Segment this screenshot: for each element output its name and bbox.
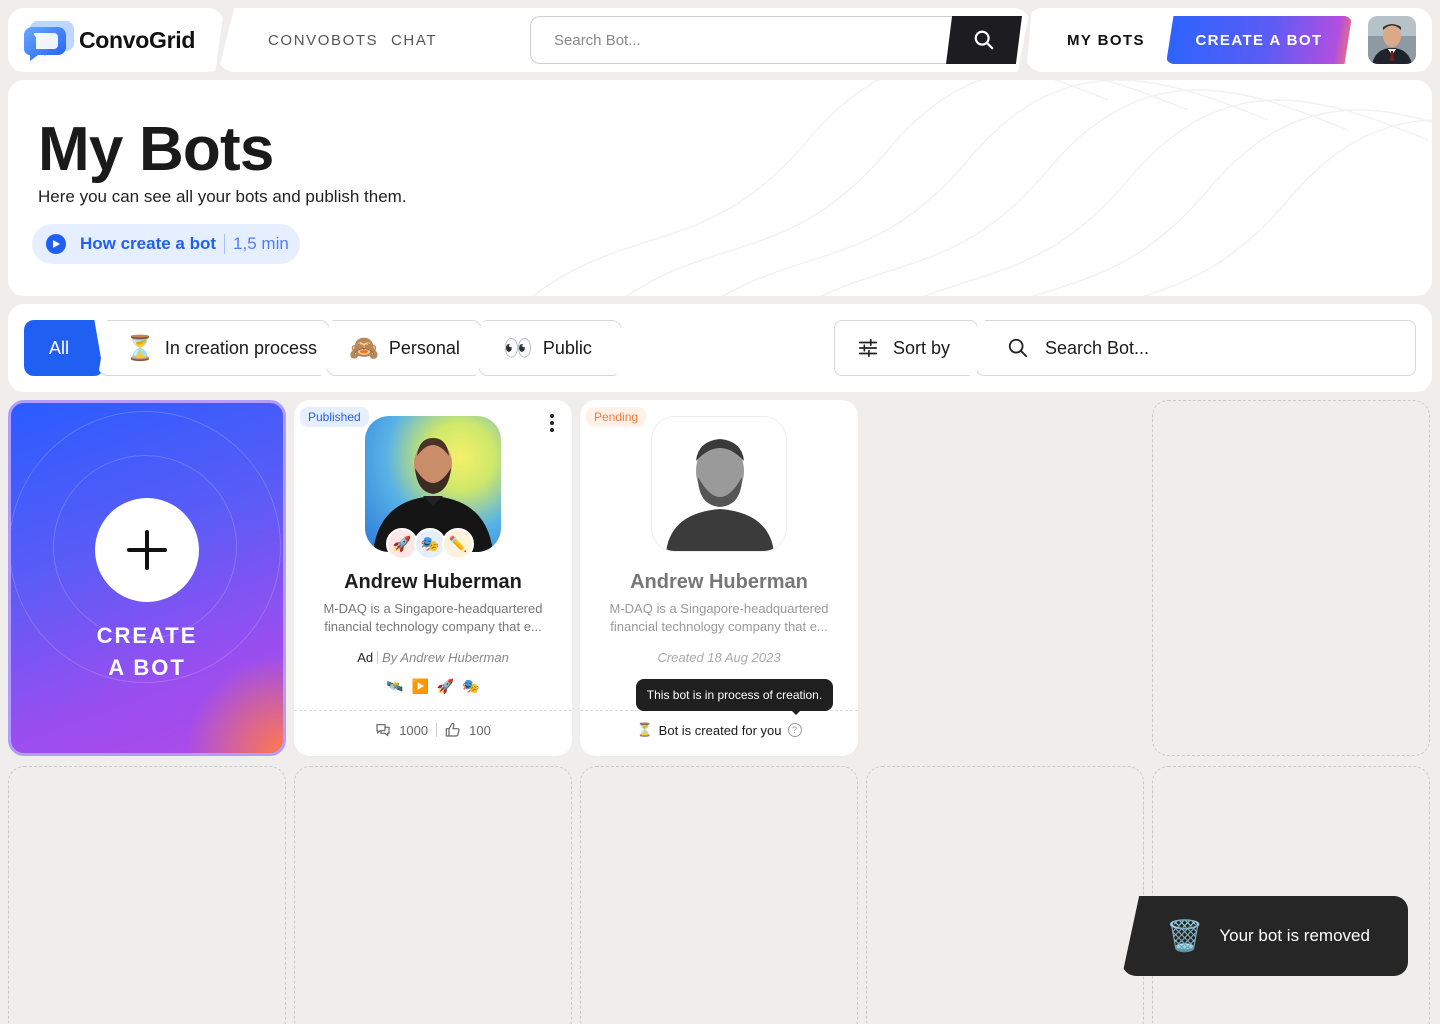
more-options-icon[interactable] xyxy=(548,414,556,434)
how-divider xyxy=(224,234,226,254)
toast-notification[interactable]: 🗑️ Your bot is removed xyxy=(1122,896,1408,976)
chat-count: 1000 xyxy=(399,722,429,738)
thumbs-up-icon xyxy=(445,722,460,737)
stats-divider xyxy=(436,723,438,737)
bot-search-placeholder: Search Bot... xyxy=(1045,337,1150,358)
bot-creation-status: ⏳ Bot is created for you ? xyxy=(580,722,858,738)
trash-bin-icon: 🗑️ xyxy=(1166,919,1204,953)
filter-chip-public[interactable]: 👀 Public xyxy=(478,320,622,376)
person-photo-icon xyxy=(666,439,774,551)
bot-author: By Andrew Huberman xyxy=(382,650,509,665)
plus-icon xyxy=(127,530,167,570)
top-search-placeholder: Search Bot... xyxy=(554,31,641,49)
play-icon xyxy=(46,234,66,254)
hourglass-icon: ⏳ xyxy=(125,334,155,362)
youtube-icon: ▶️ xyxy=(411,678,429,694)
bot-name[interactable]: Andrew Huberman xyxy=(294,571,572,594)
video-duration: 1,5 min xyxy=(233,234,289,253)
empty-bot-slot xyxy=(1152,766,1430,1024)
chat-bubbles-icon xyxy=(376,724,390,737)
search-icon xyxy=(974,30,994,50)
how-create-bot-video-button[interactable]: How create a bot 1,5 min xyxy=(32,224,300,264)
bot-creation-status-label: Bot is created for you xyxy=(658,722,782,738)
how-create-bot-label: How create a bot xyxy=(80,234,217,253)
bot-avatar xyxy=(651,416,787,552)
brand-name[interactable]: ConvoGrid xyxy=(79,27,195,54)
sort-by-button[interactable]: Sort by xyxy=(834,320,978,376)
meta-divider xyxy=(377,651,379,664)
nav-link-chat[interactable]: CHAT xyxy=(391,32,437,49)
sliders-icon xyxy=(858,338,878,358)
empty-bot-slot xyxy=(580,766,858,1024)
my-bots-link[interactable]: MY BOTS xyxy=(1067,32,1145,49)
create-bot-card-label: CREATE A BOT xyxy=(8,620,286,684)
like-count: 100 xyxy=(469,722,491,738)
filter-chip-label: In creation process xyxy=(164,337,317,358)
search-icon xyxy=(1008,338,1028,358)
empty-bot-slot xyxy=(866,766,1144,1024)
filter-chip-label: All xyxy=(49,337,70,358)
empty-bot-slot xyxy=(1152,400,1430,756)
pencil-icon: ✏️ xyxy=(442,528,474,560)
top-search-button[interactable] xyxy=(946,16,1022,64)
top-search-input[interactable]: Search Bot... xyxy=(530,16,960,64)
creation-tooltip: This bot is in process of creation. xyxy=(636,679,833,711)
help-icon[interactable]: ? xyxy=(787,723,802,737)
status-badge: Pending xyxy=(586,407,647,427)
create-bot-plus-button[interactable] xyxy=(95,498,199,602)
rocket-icon: 🚀 xyxy=(436,678,455,694)
create-bot-line2: A BOT xyxy=(108,655,186,680)
hourglass-icon: ⏳ xyxy=(636,722,653,737)
page-title: My Bots xyxy=(38,115,274,184)
theater-masks-icon: 🎭 xyxy=(462,678,480,694)
see-no-evil-monkey-icon: 🙈 xyxy=(349,334,379,362)
create-bot-button[interactable]: CREATE A BOT xyxy=(1166,16,1352,64)
bot-meta: Ad By Andrew Huberman xyxy=(294,650,572,665)
filter-chip-in-creation[interactable]: ⏳ In creation process xyxy=(98,320,330,376)
bot-name[interactable]: Andrew Huberman xyxy=(580,571,858,594)
bot-description: M-DAQ is a Singapore-headquartered finan… xyxy=(609,601,829,634)
page-subtitle: Here you can see all your bots and publi… xyxy=(38,187,407,206)
bot-category-tags: 🚀 🎭 ✏️ xyxy=(386,528,474,560)
status-badge: Published xyxy=(300,407,369,427)
eyes-icon: 👀 xyxy=(503,334,533,362)
ad-label: Ad xyxy=(357,650,374,665)
filter-chip-label: Public xyxy=(542,337,592,358)
filter-chip-label: Personal xyxy=(388,337,460,358)
toast-message: Your bot is removed xyxy=(1219,926,1370,945)
bot-stats: 1000 100 xyxy=(294,722,572,738)
bot-description: M-DAQ is a Singapore-headquartered finan… xyxy=(323,601,543,634)
satellite-icon: 🛰️ xyxy=(386,678,404,694)
nav-link-convobots[interactable]: CONVOBOTS xyxy=(268,32,378,49)
avatar-image-icon xyxy=(1368,16,1416,64)
sort-by-label: Sort by xyxy=(893,337,951,358)
bot-sources: 🛰️ ▶️ 🚀 🎭 xyxy=(386,678,480,695)
user-avatar[interactable] xyxy=(1368,16,1416,64)
filter-chip-all[interactable]: All xyxy=(24,320,104,376)
empty-bot-slot xyxy=(294,766,572,1024)
bot-search-input[interactable]: Search Bot... xyxy=(976,320,1416,376)
filter-chip-personal[interactable]: 🙈 Personal xyxy=(326,320,482,376)
tooltip-arrow xyxy=(790,709,802,715)
bot-created-date: Created 18 Aug 2023 xyxy=(657,650,781,665)
empty-bot-slot xyxy=(8,766,286,1024)
convogrid-logo-icon[interactable] xyxy=(24,19,74,61)
create-bot-line1: CREATE xyxy=(96,623,198,648)
card-divider xyxy=(294,710,572,711)
